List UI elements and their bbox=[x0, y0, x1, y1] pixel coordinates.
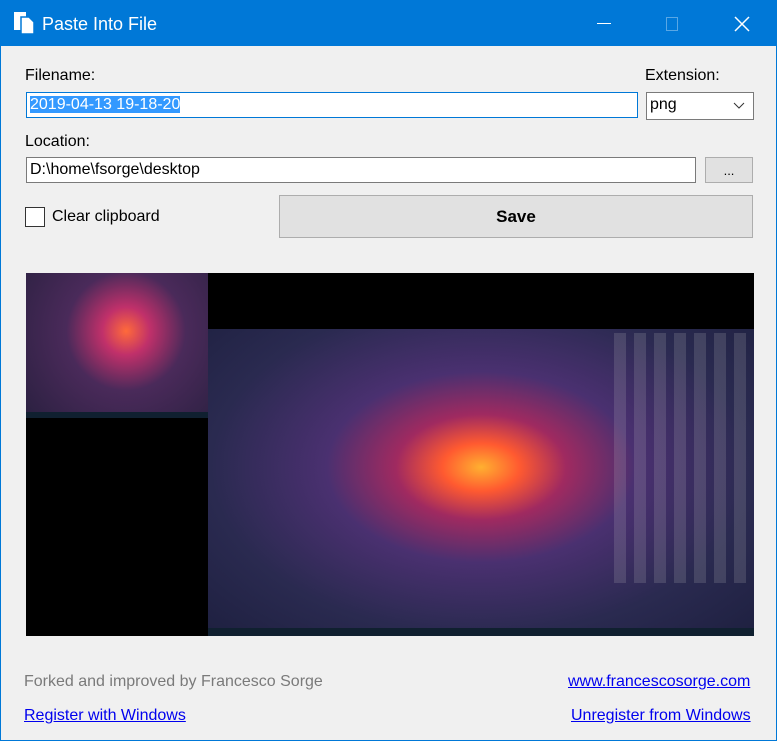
register-link[interactable]: Register with Windows bbox=[24, 707, 186, 725]
filename-input[interactable]: 2019-04-13 19-18-20 bbox=[26, 92, 638, 118]
website-link[interactable]: www.francescosorge.com bbox=[568, 673, 750, 691]
title-bar: Paste Into File bbox=[1, 1, 777, 46]
credit-text: Forked and improved by Francesco Sorge bbox=[24, 673, 323, 690]
filename-label: Filename: bbox=[25, 67, 96, 84]
chevron-down-icon bbox=[733, 102, 745, 109]
extension-label: Extension: bbox=[645, 67, 720, 84]
browse-label: ... bbox=[723, 162, 735, 178]
browse-button[interactable]: ... bbox=[705, 157, 753, 183]
close-button[interactable] bbox=[719, 1, 765, 46]
save-label: Save bbox=[496, 206, 536, 226]
paste-file-icon bbox=[14, 12, 35, 35]
window-title: Paste Into File bbox=[42, 14, 158, 34]
extension-select[interactable]: png bbox=[646, 92, 754, 120]
filename-value: 2019-04-13 19-18-20 bbox=[30, 96, 181, 113]
unregister-link[interactable]: Unregister from Windows bbox=[571, 707, 751, 725]
clipboard-image-preview bbox=[26, 273, 754, 636]
clear-clipboard-label[interactable]: Clear clipboard bbox=[52, 208, 160, 226]
extension-value: png bbox=[650, 96, 677, 113]
minimize-button[interactable] bbox=[581, 1, 627, 46]
location-label: Location: bbox=[25, 133, 90, 150]
minimize-icon bbox=[597, 23, 611, 24]
close-icon bbox=[734, 15, 750, 32]
location-value: D:\home\fsorge\desktop bbox=[30, 161, 200, 178]
clear-clipboard-checkbox[interactable] bbox=[25, 207, 45, 227]
location-input[interactable]: D:\home\fsorge\desktop bbox=[26, 157, 696, 183]
preview-small-screen bbox=[26, 273, 208, 418]
save-button[interactable]: Save bbox=[279, 195, 753, 238]
maximize-icon bbox=[666, 16, 678, 31]
maximize-button[interactable] bbox=[649, 1, 695, 46]
